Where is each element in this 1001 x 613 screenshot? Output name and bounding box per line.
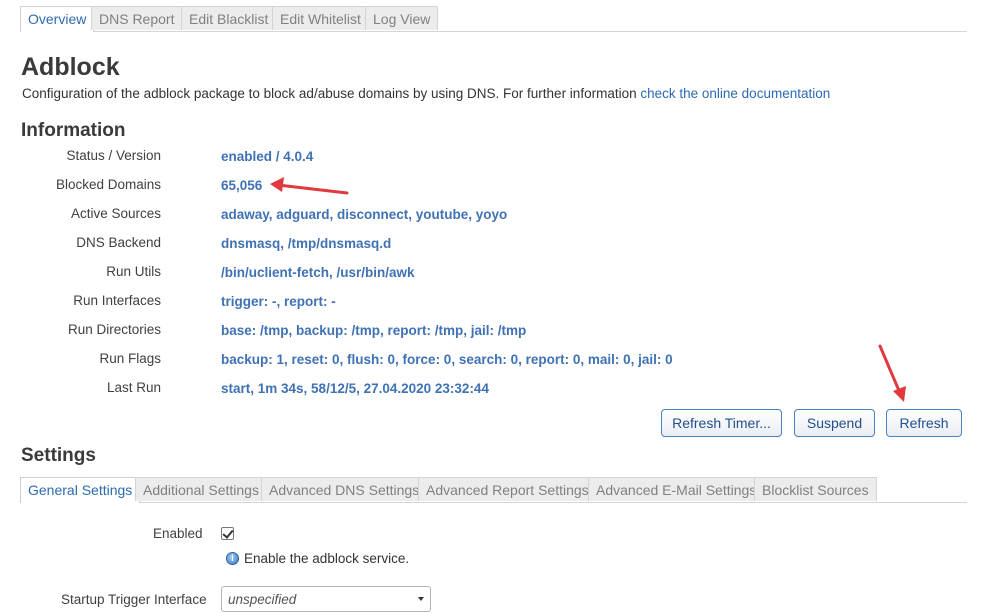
arrow-refresh-button — [878, 344, 906, 402]
arrow-blocked-domains — [270, 177, 349, 195]
annotation-arrows — [270, 177, 906, 402]
